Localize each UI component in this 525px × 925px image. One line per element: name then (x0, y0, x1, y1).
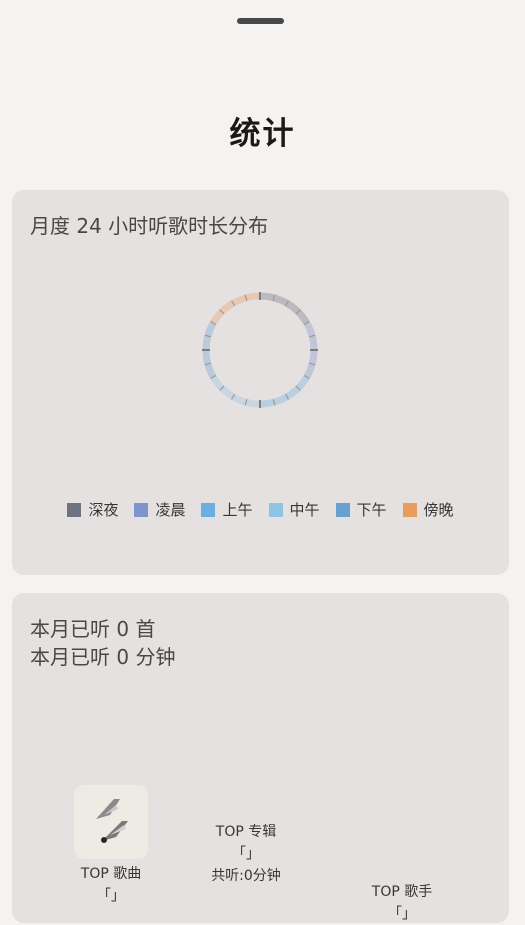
legend-label: 下午 (356, 501, 387, 519)
top-artist-value: 「」 (388, 906, 416, 922)
top-album-listen-time: 共听:0分钟 (211, 868, 281, 884)
legend-label: 傍晚 (423, 501, 454, 519)
legend-label: 上午 (222, 501, 253, 519)
legend-label: 深夜 (88, 501, 119, 519)
legend-label: 中午 (289, 501, 320, 519)
top-song-value: 「」 (97, 888, 125, 904)
top-album-block[interactable]: TOP 专辑 「」 共听:0分钟 (196, 821, 296, 887)
minutes-count-text: 本月已听 0 分钟 (30, 645, 176, 669)
top-song-label: TOP 歌曲 (80, 866, 142, 882)
hour-ring-chart (202, 292, 318, 408)
legend-item-morning[interactable]: 上午 (201, 499, 253, 520)
top-song-cover (74, 785, 148, 859)
legend-item-afternoon[interactable]: 下午 (335, 499, 387, 520)
legend-item-evening[interactable]: 傍晚 (402, 499, 454, 520)
distribution-card-title: 月度 24 小时听歌时长分布 (30, 214, 269, 238)
legend-swatch (134, 502, 149, 517)
legend-swatch (335, 502, 350, 517)
songs-count-text: 本月已听 0 首 (30, 617, 156, 641)
legend-item-noon[interactable]: 中午 (268, 499, 320, 520)
legend-swatch (201, 502, 216, 517)
legend-item-early-morning[interactable]: 凌晨 (134, 499, 185, 520)
legend-swatch (67, 502, 82, 517)
monthly-summary-card: 本月已听 0 首 本月已听 0 分钟 TOP 歌曲 「」 TOP 专辑 「」 共… (12, 593, 509, 923)
drag-handle[interactable] (237, 18, 284, 24)
legend-swatch (268, 502, 283, 517)
hour-distribution-card: 月度 24 小时听歌时长分布 深夜 凌晨 上午 中午 下午 傍晚 (12, 190, 509, 575)
chart-legend: 深夜 凌晨 上午 中午 下午 傍晚 (12, 499, 509, 520)
top-artist-label: TOP 歌手 (371, 884, 433, 900)
legend-swatch (402, 502, 417, 517)
page-title: 统计 (229, 116, 296, 152)
top-album-value: 「」 (232, 846, 260, 862)
legend-label: 凌晨 (155, 501, 186, 519)
top-album-label: TOP 专辑 (215, 824, 277, 840)
top-artist-block[interactable]: TOP 歌手 「」 (352, 881, 452, 925)
top-song-block[interactable]: TOP 歌曲 「」 (61, 785, 161, 907)
legend-item-late-night[interactable]: 深夜 (67, 499, 118, 520)
song-cover-art-icon (74, 785, 148, 859)
